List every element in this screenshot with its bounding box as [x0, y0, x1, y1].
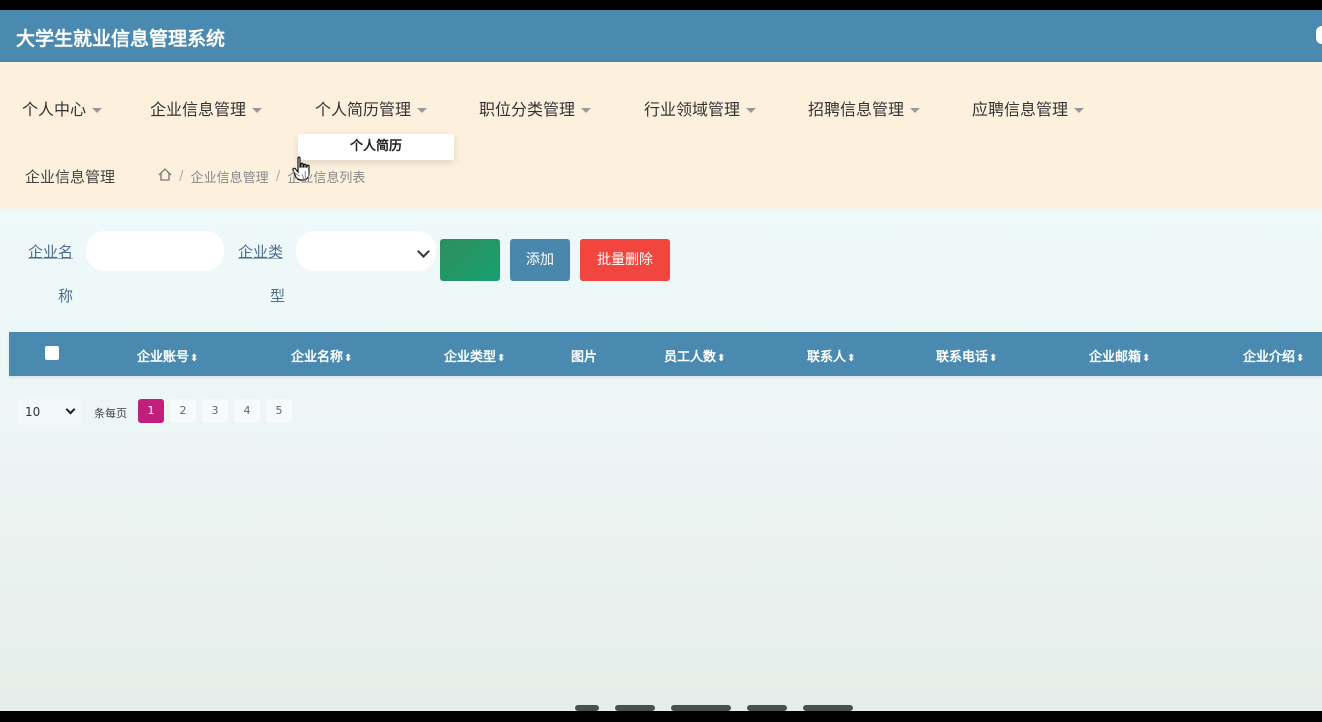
column-label: 企业名称	[291, 350, 344, 365]
column-employee-count[interactable]: 员工人数⬍	[664, 346, 725, 365]
column-company-name[interactable]: 企业名称⬍	[291, 346, 352, 365]
menu-item-label: 应聘信息管理	[972, 100, 1069, 119]
caret-down-icon	[746, 108, 757, 113]
menu-item-company-info[interactable]: 企业信息管理	[150, 96, 263, 120]
menu-item-label: 招聘信息管理	[808, 100, 905, 119]
home-icon[interactable]	[158, 168, 172, 185]
top-header: 大学生就业信息管理系统	[0, 10, 1322, 62]
user-icon[interactable]	[1316, 26, 1322, 44]
column-label: 企业邮箱	[1089, 350, 1142, 365]
overlay-caption-fragment	[575, 699, 865, 711]
caret-down-icon	[417, 108, 428, 113]
page-title: 企业信息管理	[25, 168, 116, 186]
breadcrumb: / 企业信息管理 / 企业信息列表	[158, 167, 365, 186]
column-email[interactable]: 企业邮箱⬍	[1089, 346, 1150, 365]
column-company-type[interactable]: 企业类型⬍	[444, 346, 505, 365]
batch-delete-button[interactable]: 批量删除	[580, 239, 670, 281]
menu-item-industry[interactable]: 行业领域管理	[644, 96, 757, 120]
caret-down-icon	[92, 108, 103, 113]
breadcrumb-item: 企业信息列表	[287, 171, 366, 186]
sort-icon[interactable]: ⬍	[1142, 353, 1150, 364]
menu-item-application[interactable]: 应聘信息管理	[972, 96, 1085, 120]
menu-item-label: 职位分类管理	[479, 100, 576, 119]
company-type-label-wrap: 型	[270, 287, 286, 305]
chevron-down-icon	[417, 245, 430, 258]
caret-down-icon	[1074, 108, 1085, 113]
menu-item-label: 个人中心	[22, 100, 87, 119]
app-window: 大学生就业信息管理系统 个人中心 企业信息管理 个人简历管理 职位分类管理 行业…	[0, 10, 1322, 711]
table-header: 企业账号⬍ 企业名称⬍ 企业类型⬍ 图片 员工人数⬍ 联系人⬍ 联系电话⬍ 企业…	[9, 332, 1322, 376]
page-button-4[interactable]: 4	[234, 399, 260, 423]
column-label: 图片	[571, 350, 598, 365]
menu-item-recruitment[interactable]: 招聘信息管理	[808, 96, 921, 120]
sort-icon[interactable]: ⬍	[497, 353, 505, 364]
search-button[interactable]	[440, 239, 500, 281]
breadcrumb-separator: /	[275, 169, 281, 184]
menu-item-label: 个人简历管理	[315, 100, 412, 119]
page-size-select[interactable]: 10	[18, 399, 82, 425]
page-button-2[interactable]: 2	[170, 399, 196, 423]
caret-down-icon	[581, 108, 592, 113]
select-all-checkbox[interactable]	[45, 346, 59, 360]
sort-icon[interactable]: ⬍	[847, 353, 855, 364]
column-label: 员工人数	[664, 350, 717, 365]
sort-icon[interactable]: ⬍	[344, 353, 352, 364]
menu-item-personal-center[interactable]: 个人中心	[22, 96, 103, 120]
company-type-select[interactable]	[296, 231, 436, 271]
column-label: 企业介绍	[1243, 350, 1296, 365]
page-button-1[interactable]: 1	[138, 399, 164, 423]
sort-icon[interactable]: ⬍	[190, 353, 198, 364]
sort-icon[interactable]: ⬍	[717, 353, 725, 364]
dropdown-item-resume[interactable]: 个人简历	[298, 134, 454, 160]
column-introduction[interactable]: 企业介绍⬍	[1243, 346, 1304, 365]
menu-item-job-category[interactable]: 职位分类管理	[479, 96, 592, 120]
menu-item-label: 企业信息管理	[150, 100, 247, 119]
column-label: 企业类型	[444, 350, 497, 365]
company-name-input[interactable]	[86, 231, 224, 271]
page-button-3[interactable]: 3	[202, 399, 228, 423]
menu-item-label: 行业领域管理	[644, 100, 741, 119]
page-size-value: 10	[25, 405, 41, 419]
column-label: 联系电话	[936, 350, 989, 365]
add-button[interactable]: 添加	[510, 239, 570, 281]
caret-down-icon	[252, 108, 263, 113]
breadcrumb-item[interactable]: 企业信息管理	[191, 167, 269, 186]
breadcrumb-separator: /	[179, 169, 184, 184]
app-title: 大学生就业信息管理系统	[16, 28, 226, 50]
page-size-label: 条每页	[94, 407, 127, 420]
chevron-down-icon	[65, 404, 76, 415]
company-type-label: 企业类	[238, 243, 284, 261]
column-phone[interactable]: 联系电话⬍	[936, 346, 997, 365]
column-company-account[interactable]: 企业账号⬍	[137, 346, 198, 365]
company-name-label: 企业名	[28, 243, 74, 261]
column-label: 联系人	[807, 350, 847, 365]
column-image: 图片	[571, 346, 597, 365]
sort-icon[interactable]: ⬍	[989, 353, 997, 364]
main-content: 企业名 称 企业类 型 添加 批量删除 企业账号⬍ 企业名称⬍ 企业类型⬍ 图片…	[0, 209, 1322, 711]
sort-icon[interactable]: ⬍	[1296, 353, 1304, 364]
page-button-5[interactable]: 5	[266, 399, 292, 423]
caret-down-icon	[910, 108, 921, 113]
column-contact[interactable]: 联系人⬍	[807, 346, 855, 365]
menu-item-resume[interactable]: 个人简历管理	[315, 96, 428, 120]
column-label: 企业账号	[137, 350, 190, 365]
navigation-area: 个人中心 企业信息管理 个人简历管理 职位分类管理 行业领域管理 招聘信息管理 …	[0, 62, 1322, 209]
company-name-label-wrap: 称	[58, 287, 74, 305]
main-menu: 个人中心 企业信息管理 个人简历管理 职位分类管理 行业领域管理 招聘信息管理 …	[0, 96, 1322, 120]
